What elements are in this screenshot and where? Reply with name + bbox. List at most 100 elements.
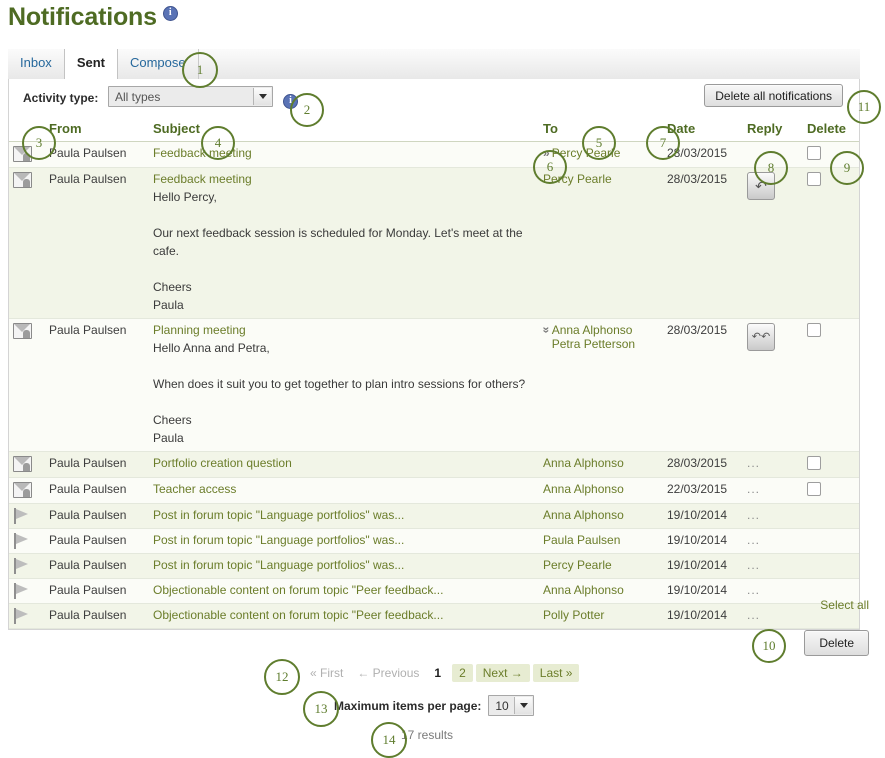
date-cell: 22/03/2015 bbox=[663, 477, 743, 504]
table-row[interactable]: Paula Paulsen Post in forum topic "Langua… bbox=[9, 553, 859, 579]
items-per-page-label: Maximum items per page: bbox=[334, 698, 482, 713]
to-cell: Anna Alphonso bbox=[539, 578, 663, 604]
chevron-down-icon[interactable]: » bbox=[539, 327, 553, 334]
tab-sent[interactable]: Sent bbox=[63, 49, 118, 80]
pagination-next[interactable]: Next → bbox=[475, 664, 530, 682]
annotation-marker-12: 12 bbox=[264, 659, 300, 695]
select-all-link[interactable]: Select all bbox=[820, 598, 869, 612]
from-name: Paula Paulsen bbox=[49, 558, 127, 572]
subject-link[interactable]: Feedback meeting bbox=[153, 146, 252, 160]
reply-cell: ↶ bbox=[743, 167, 803, 319]
subject-link[interactable]: Post in forum topic "Language portfolios… bbox=[153, 508, 404, 522]
column-header-date[interactable]: Date bbox=[663, 118, 743, 142]
recipient-link[interactable]: Percy Pearle bbox=[543, 172, 612, 186]
tab-compose[interactable]: Compose bbox=[117, 49, 199, 79]
date-value: 19/10/2014 bbox=[667, 608, 728, 622]
reply-cell: ... bbox=[743, 578, 803, 604]
row-type-cell bbox=[9, 477, 45, 504]
pagination-page-2[interactable]: 2 bbox=[452, 664, 473, 682]
tab-inbox[interactable]: Inbox bbox=[8, 49, 65, 79]
date-cell: 28/03/2015 bbox=[663, 451, 743, 478]
delete-checkbox[interactable] bbox=[807, 172, 821, 186]
recipient-link[interactable]: Anna Alphonso bbox=[552, 323, 635, 337]
activity-type-select[interactable]: All types bbox=[108, 86, 273, 107]
table-row[interactable]: Paula Paulsen Post in forum topic "Langua… bbox=[9, 528, 859, 554]
subject-link[interactable]: Post in forum topic "Language portfolios… bbox=[153, 558, 404, 572]
chevron-down-icon[interactable] bbox=[253, 88, 271, 105]
table-row[interactable]: Paula Paulsen Post in forum topic "Langua… bbox=[9, 503, 859, 529]
recipient-list: Anna Alphonso bbox=[543, 583, 624, 597]
recipient-link[interactable]: Percy Pearle bbox=[552, 146, 621, 160]
from-cell: Paula Paulsen bbox=[45, 528, 149, 554]
table-row[interactable]: Paula Paulsen Objectionable content on fo… bbox=[9, 578, 859, 604]
date-cell: 28/03/2015 bbox=[663, 141, 743, 168]
subject-link[interactable]: Feedback meeting bbox=[153, 172, 252, 186]
subject-link[interactable]: Planning meeting bbox=[153, 323, 246, 337]
table-row[interactable]: Paula Paulsen Teacher access Anna Alphonso… bbox=[9, 477, 859, 504]
recipient-link[interactable]: Anna Alphonso bbox=[543, 456, 624, 470]
recipient-link[interactable]: Polly Potter bbox=[543, 608, 604, 622]
delete-cell bbox=[803, 451, 859, 478]
reply-placeholder: ... bbox=[747, 608, 761, 622]
delete-checkbox[interactable] bbox=[807, 482, 821, 496]
items-per-page-select[interactable]: 10 bbox=[488, 695, 535, 716]
reply-all-button[interactable]: ↶↶ bbox=[747, 323, 775, 351]
delete-checkbox[interactable] bbox=[807, 323, 821, 337]
table-row[interactable]: Paula Paulsen Feedback meeting Hello Percy… bbox=[9, 167, 859, 319]
reply-cell: ... bbox=[743, 477, 803, 504]
column-header-subject[interactable]: Subject bbox=[149, 118, 539, 142]
reply-cell bbox=[743, 141, 803, 168]
recipients-wrapper: Percy Pearle bbox=[543, 558, 659, 572]
flag-icon bbox=[13, 558, 30, 574]
subject-link[interactable]: Portfolio creation question bbox=[153, 456, 292, 470]
from-cell: Paula Paulsen bbox=[45, 167, 149, 319]
recipients-wrapper: Anna Alphonso bbox=[543, 583, 659, 597]
date-cell: 19/10/2014 bbox=[663, 553, 743, 579]
subject-link[interactable]: Teacher access bbox=[153, 482, 236, 496]
reply-placeholder: ... bbox=[747, 482, 761, 496]
subject-cell: Post in forum topic "Language portfolios… bbox=[149, 528, 539, 554]
delete-cell bbox=[803, 318, 859, 452]
table-row[interactable]: Paula Paulsen Feedback meeting » Percy Pear… bbox=[9, 141, 859, 168]
chevron-right-icon[interactable]: » bbox=[543, 146, 550, 160]
recipient-link[interactable]: Petra Petterson bbox=[552, 337, 635, 351]
message-body: Hello Anna and Petra, When does it suit … bbox=[153, 341, 526, 445]
recipient-list: Polly Potter bbox=[543, 608, 604, 622]
recipient-link[interactable]: Percy Pearle bbox=[543, 558, 612, 572]
delete-button[interactable]: Delete bbox=[804, 630, 869, 656]
column-header-delete: Delete bbox=[803, 118, 859, 142]
chevron-down-icon[interactable] bbox=[514, 697, 533, 714]
recipient-link[interactable]: Anna Alphonso bbox=[543, 583, 624, 597]
pagination-last[interactable]: Last » bbox=[532, 664, 580, 682]
envelope-icon bbox=[13, 482, 32, 498]
envelope-icon bbox=[13, 146, 32, 162]
delete-checkbox[interactable] bbox=[807, 146, 821, 160]
recipient-list: Anna Alphonso bbox=[543, 456, 624, 470]
table-row[interactable]: Paula Paulsen Portfolio creation question… bbox=[9, 451, 859, 478]
subject-link[interactable]: Post in forum topic "Language portfolios… bbox=[153, 533, 404, 547]
info-icon[interactable]: i bbox=[162, 6, 178, 21]
from-cell: Paula Paulsen bbox=[45, 603, 149, 629]
flag-icon bbox=[13, 533, 30, 549]
column-header-to[interactable]: To bbox=[539, 118, 663, 142]
reply-cell: ... bbox=[743, 451, 803, 478]
info-icon[interactable]: i bbox=[283, 94, 298, 109]
row-type-cell bbox=[9, 167, 45, 319]
column-header-from[interactable]: From bbox=[45, 118, 149, 142]
recipient-link[interactable]: Anna Alphonso bbox=[543, 482, 624, 496]
to-cell: Anna Alphonso bbox=[539, 477, 663, 504]
table-row[interactable]: Paula Paulsen Planning meeting Hello Anna … bbox=[9, 318, 859, 452]
delete-all-notifications-button[interactable]: Delete all notifications bbox=[704, 84, 843, 107]
subject-link[interactable]: Objectionable content on forum topic "Pe… bbox=[153, 608, 443, 622]
subject-link[interactable]: Objectionable content on forum topic "Pe… bbox=[153, 583, 443, 597]
pagination-previous: ← Previous bbox=[357, 666, 420, 680]
table-row[interactable]: Paula Paulsen Objectionable content on fo… bbox=[9, 603, 859, 629]
notifications-table: From Subject To Date Reply Delete Paula … bbox=[9, 118, 859, 629]
delete-checkbox[interactable] bbox=[807, 456, 821, 470]
reply-button[interactable]: ↶ bbox=[747, 172, 775, 200]
recipient-link[interactable]: Anna Alphonso bbox=[543, 508, 624, 522]
recipients-wrapper: Percy Pearle bbox=[543, 172, 659, 186]
recipient-link[interactable]: Paula Paulsen bbox=[543, 533, 620, 547]
delete-cell bbox=[803, 553, 859, 579]
from-cell: Paula Paulsen bbox=[45, 318, 149, 452]
